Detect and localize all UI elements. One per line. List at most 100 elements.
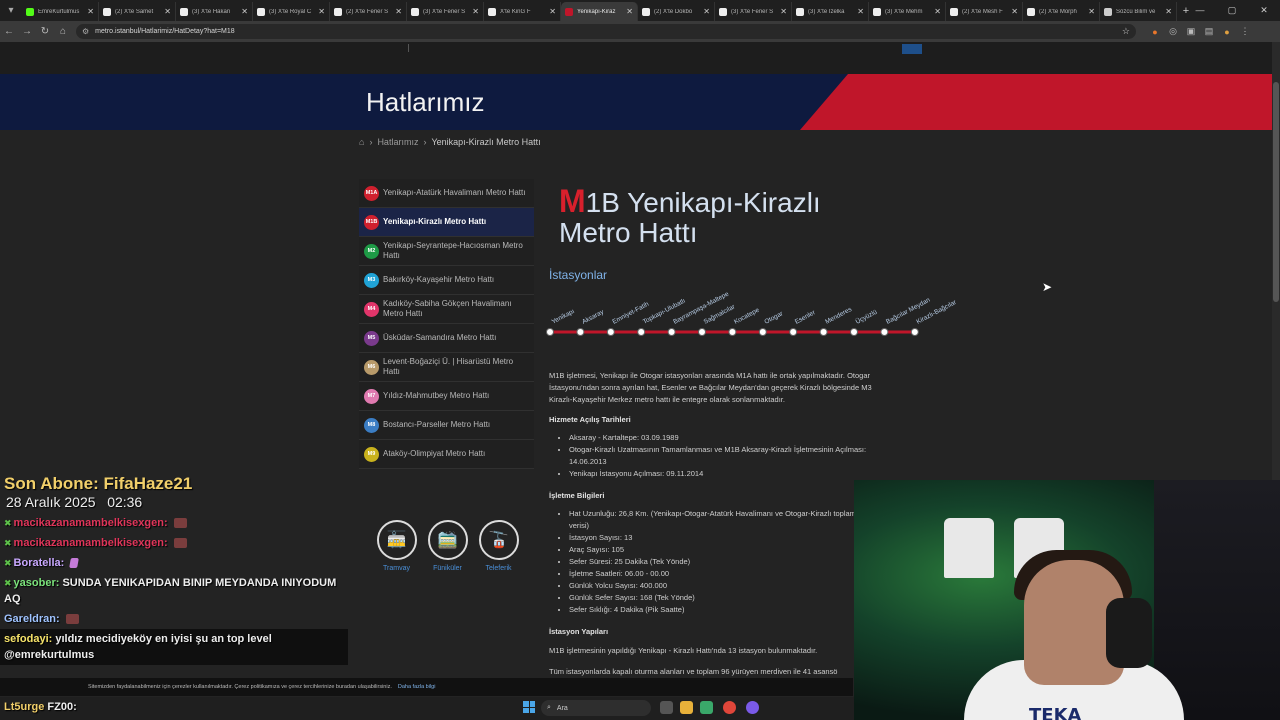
station-dot[interactable] xyxy=(546,328,554,336)
station-dot[interactable] xyxy=(850,328,858,336)
browser-tab[interactable]: (2) X'te Samet ✕ xyxy=(99,2,176,21)
line-item-m4[interactable]: M4 Kadıköy-Sabiha Gökçen Havalimanı Metro… xyxy=(359,295,534,324)
line-item-m7[interactable]: M7 Yıldız-Mahmutbey Metro Hattı xyxy=(359,382,534,411)
line-item-m6[interactable]: M6 Levent-Boğaziçi Ü. | Hisarüstü Metro H… xyxy=(359,353,534,382)
browser-tab[interactable]: (3) X'te Royal C ✕ xyxy=(253,2,330,21)
tab-close-icon[interactable]: ✕ xyxy=(164,7,171,16)
menu-button[interactable] xyxy=(902,44,922,54)
breadcrumb-parent[interactable]: Hatlarımız xyxy=(377,137,418,147)
discord-icon[interactable] xyxy=(746,701,759,714)
bookmark-star-icon[interactable]: ☆ xyxy=(1122,26,1130,37)
tab-close-icon[interactable]: ✕ xyxy=(318,7,325,16)
site-info-icon[interactable]: ⚙ xyxy=(82,27,89,36)
address-bar[interactable]: ⚙ metro.istanbul/Hatlarimiz/HatDetay?hat… xyxy=(76,24,1136,39)
sidebar-icon[interactable]: ▤ xyxy=(1200,26,1218,37)
tab-close-icon[interactable]: ✕ xyxy=(1011,7,1018,16)
profile-avatar-icon[interactable]: ● xyxy=(1218,27,1236,37)
tab-close-icon[interactable]: ✕ xyxy=(472,7,479,16)
tab-close-icon[interactable]: ✕ xyxy=(241,7,248,16)
line-item-m9[interactable]: M9 Ataköy-Olimpiyat Metro Hattı xyxy=(359,440,534,469)
tram-icon[interactable]: 🚋 xyxy=(376,520,417,560)
home-icon[interactable]: ⌂ xyxy=(54,26,72,37)
chat-username[interactable]: macikazanamambelkisexgen: xyxy=(14,537,168,549)
tab-close-icon[interactable]: ✕ xyxy=(549,7,556,16)
windows-start-icon[interactable] xyxy=(523,701,535,713)
maximize-icon[interactable]: ▢ xyxy=(1216,0,1248,21)
browser-tab[interactable]: Sözcü Bilim ve ✕ xyxy=(1100,2,1177,21)
browser-tab[interactable]: (2) X'te Dokbo ✕ xyxy=(638,2,715,21)
mode-label[interactable]: Teleferik xyxy=(485,565,511,572)
file-explorer-icon[interactable] xyxy=(680,701,693,714)
browser-tab[interactable]: (3) X'te Mehm ✕ xyxy=(869,2,946,21)
task-view-icon[interactable] xyxy=(660,701,673,714)
chat-username[interactable]: sefodayi: xyxy=(4,633,52,645)
scrollbar-thumb[interactable] xyxy=(1273,82,1279,302)
reload-icon[interactable]: ↻ xyxy=(36,26,54,37)
station-dot[interactable] xyxy=(880,328,889,336)
station-label[interactable]: Esenler xyxy=(794,309,817,326)
browser-tab[interactable]: Yenikapı-Kiraz ✕ xyxy=(561,2,638,21)
browser-tab[interactable]: X'te KinG F ✕ xyxy=(484,2,561,21)
station-label[interactable]: Bayrampaşa-Maltepe xyxy=(672,290,730,325)
tab-close-icon[interactable]: ✕ xyxy=(87,7,94,16)
chat-username[interactable]: yasober: xyxy=(14,577,60,589)
browser-tab[interactable]: (2) X'te Morph ✕ xyxy=(1023,2,1100,21)
station-label[interactable]: Üçyüzlü xyxy=(854,308,879,326)
mode-tramvay[interactable]: 🚋 Tramvay xyxy=(376,520,417,572)
menu-kebab-icon[interactable]: ⋮ xyxy=(1236,26,1254,37)
line-item-m5[interactable]: M5 Üsküdar-Samandıra Metro Hattı xyxy=(359,324,534,353)
browser-tab[interactable]: (3) X'te Fener S ✕ xyxy=(715,2,792,21)
taskbar-search[interactable]: ⌕ Ara xyxy=(541,700,651,716)
url-text[interactable]: metro.istanbul/Hatlarimiz/HatDetay?hat=M… xyxy=(95,28,1122,35)
station-dot[interactable] xyxy=(910,328,919,336)
browser-tab[interactable]: (2) X'te Fener S ✕ xyxy=(330,2,407,21)
tab-close-icon[interactable]: ✕ xyxy=(703,7,710,16)
browser-tab[interactable]: (3) X'te Hakan ✕ xyxy=(176,2,253,21)
station-label[interactable]: Menderes xyxy=(824,306,853,326)
tab-close-icon[interactable]: ✕ xyxy=(1165,7,1172,16)
browser-tab[interactable]: (2) X'te Mesh F ✕ xyxy=(946,2,1023,21)
chrome-icon[interactable] xyxy=(723,701,736,714)
extensions-puzzle-icon[interactable]: ▣ xyxy=(1182,26,1200,37)
tab-search-icon[interactable]: ▾ xyxy=(0,0,22,21)
station-dot[interactable] xyxy=(667,328,676,336)
station-label[interactable]: Aksaray xyxy=(581,308,606,326)
tab-close-icon[interactable]: ✕ xyxy=(857,7,864,16)
tab-close-icon[interactable]: ✕ xyxy=(626,7,633,16)
tab-close-icon[interactable]: ✕ xyxy=(934,7,941,16)
cable-car-icon[interactable]: 🚡 xyxy=(478,520,519,560)
extension-icon[interactable]: ● xyxy=(1146,27,1164,37)
chat-username[interactable]: macikazanamambelkisexgen: xyxy=(14,517,168,529)
line-item-m2[interactable]: M2 Yenikapı-Seyrantepe-Hacıosman Metro Ha… xyxy=(359,237,534,266)
station-dot[interactable] xyxy=(728,328,737,336)
station-dot[interactable] xyxy=(576,328,585,336)
station-dot[interactable] xyxy=(819,328,828,336)
station-label[interactable]: Kocatepe xyxy=(733,307,761,326)
line-item-m1a[interactable]: M1A Yenikapı-Atatürk Havalimanı Metro Hat… xyxy=(359,179,534,208)
mode-füniküler[interactable]: 🚞 Füniküler xyxy=(427,520,468,572)
cookie-more-link[interactable]: Daha fazla bilgi xyxy=(398,684,436,690)
browser-tab[interactable]: (3) X'te İzelka ✕ xyxy=(792,2,869,21)
close-window-icon[interactable]: ✕ xyxy=(1248,0,1280,21)
store-icon[interactable] xyxy=(700,701,713,714)
tab-close-icon[interactable]: ✕ xyxy=(395,7,402,16)
tab-close-icon[interactable]: ✕ xyxy=(780,7,787,16)
tab-close-icon[interactable]: ✕ xyxy=(1088,7,1095,16)
browser-tab[interactable]: EmreKurtulmus ✕ xyxy=(22,2,99,21)
line-item-m3[interactable]: M3 Bakırköy-Kayaşehir Metro Hattı xyxy=(359,266,534,295)
line-item-m1b[interactable]: M1B Yenikapı-Kirazlı Metro Hattı xyxy=(359,208,534,237)
mode-label[interactable]: Tramvay xyxy=(383,565,410,572)
station-label[interactable]: Otogar xyxy=(763,310,785,326)
home-icon[interactable]: ⌂ xyxy=(359,137,364,147)
extension-icon[interactable]: ◎ xyxy=(1164,26,1182,37)
mode-label[interactable]: Füniküler xyxy=(433,565,462,572)
station-dot[interactable] xyxy=(758,328,767,336)
minimize-icon[interactable]: — xyxy=(1184,0,1216,21)
line-item-m8[interactable]: M8 Bostancı-Parseller Metro Hattı xyxy=(359,411,534,440)
station-dot[interactable] xyxy=(698,328,706,336)
back-icon[interactable]: ← xyxy=(0,26,18,37)
station-dot[interactable] xyxy=(606,328,615,336)
mode-teleferik[interactable]: 🚡 Teleferik xyxy=(478,520,519,572)
chat-username[interactable]: Boratella: xyxy=(14,557,65,569)
funicular-icon[interactable]: 🚞 xyxy=(427,520,468,560)
